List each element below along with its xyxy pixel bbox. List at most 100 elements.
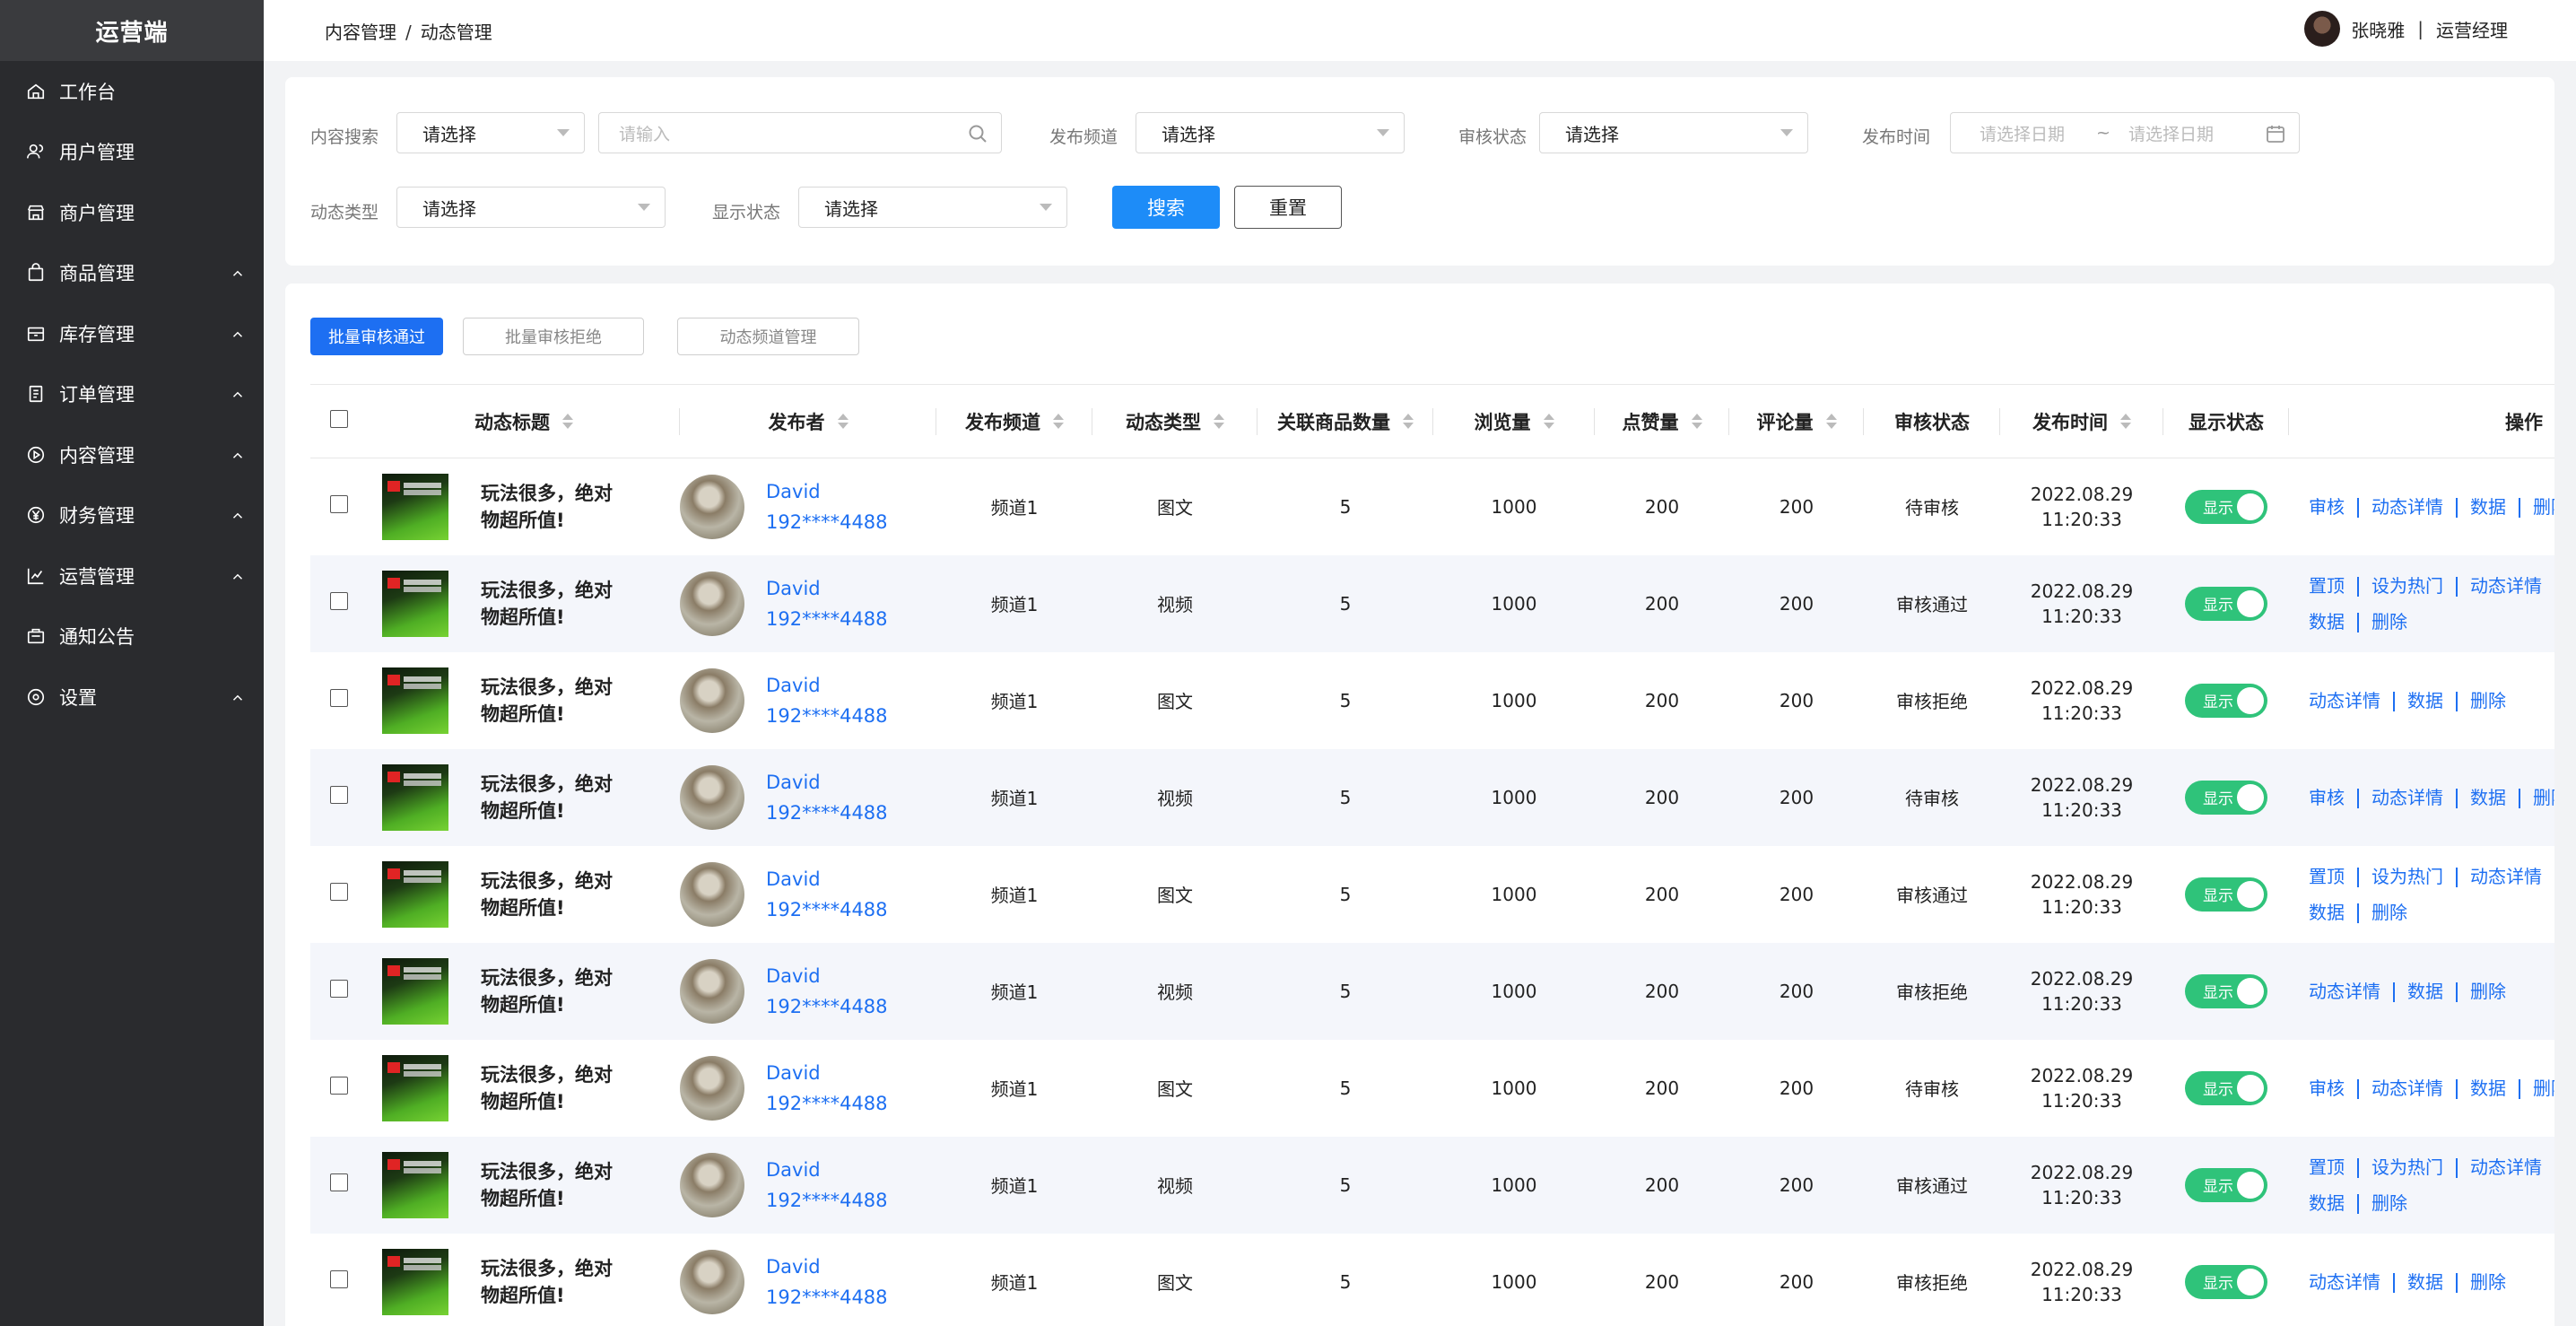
search-button[interactable]: 搜索 — [1112, 186, 1220, 229]
content-thumbnail[interactable] — [382, 1151, 448, 1218]
op-link[interactable]: 数据 — [2309, 604, 2345, 640]
op-link[interactable]: 数据 — [2309, 894, 2345, 930]
content-thumbnail[interactable] — [382, 473, 448, 540]
sidebar-item-0[interactable]: 工作台 — [0, 61, 264, 122]
chevron-up-icon[interactable] — [230, 568, 246, 584]
op-link[interactable]: 设为热门 — [2371, 1149, 2443, 1185]
sort-icon[interactable] — [2120, 414, 2131, 429]
display-toggle[interactable]: 显示 — [2185, 1070, 2267, 1105]
publisher-phone[interactable]: 192****4488 — [766, 1282, 888, 1313]
op-link[interactable]: 删除 — [2470, 1264, 2506, 1300]
publisher-phone[interactable]: 192****4488 — [766, 507, 888, 537]
sort-icon[interactable] — [1214, 414, 1224, 429]
content-thumbnail[interactable] — [382, 763, 448, 831]
display-toggle[interactable]: 显示 — [2185, 489, 2267, 524]
sort-icon[interactable] — [1691, 414, 1702, 429]
batch-approve-button[interactable]: 批量审核通过 — [310, 318, 443, 355]
op-link[interactable]: 数据 — [2470, 780, 2506, 816]
display-toggle[interactable]: 显示 — [2185, 780, 2267, 815]
op-link[interactable]: 数据 — [2407, 683, 2443, 719]
row-checkbox[interactable] — [330, 883, 348, 901]
op-link[interactable]: 删除 — [2470, 683, 2506, 719]
channel-manage-button[interactable]: 动态频道管理 — [677, 318, 859, 355]
op-link[interactable]: 数据 — [2407, 973, 2443, 1009]
calendar-icon[interactable] — [2265, 123, 2286, 144]
sidebar-item-1[interactable]: 用户管理 — [0, 122, 264, 183]
row-checkbox[interactable] — [330, 1270, 348, 1288]
row-checkbox[interactable] — [330, 786, 348, 804]
publisher-name[interactable]: David — [766, 1058, 888, 1088]
content-title[interactable]: 玩法很多，绝对物超所值! — [481, 577, 624, 631]
row-checkbox[interactable] — [330, 495, 348, 514]
chevron-up-icon[interactable] — [230, 447, 246, 463]
sidebar-item-4[interactable]: 库存管理 — [0, 303, 264, 364]
op-link[interactable]: 动态详情 — [2371, 780, 2443, 816]
row-checkbox[interactable] — [330, 1077, 348, 1095]
sidebar-item-2[interactable]: 商户管理 — [0, 182, 264, 243]
publisher-phone[interactable]: 192****4488 — [766, 1088, 888, 1119]
content-thumbnail[interactable] — [382, 667, 448, 734]
op-link[interactable]: 置顶 — [2309, 568, 2345, 604]
publisher-phone[interactable]: 192****4488 — [766, 991, 888, 1022]
content-thumbnail[interactable] — [382, 860, 448, 928]
content-thumbnail[interactable] — [382, 570, 448, 637]
search-icon[interactable] — [967, 123, 988, 144]
op-link[interactable]: 数据 — [2470, 1070, 2506, 1106]
op-link[interactable]: 动态详情 — [2371, 489, 2443, 525]
content-title[interactable]: 玩法很多，绝对物超所值! — [481, 1061, 624, 1115]
sidebar-item-5[interactable]: 订单管理 — [0, 364, 264, 425]
display-toggle[interactable]: 显示 — [2185, 1167, 2267, 1202]
display-toggle[interactable]: 显示 — [2185, 683, 2267, 718]
op-link[interactable]: 动态详情 — [2470, 568, 2542, 604]
publisher-name[interactable]: David — [766, 961, 888, 991]
user-menu[interactable]: 张晓雅 | 运营经理 — [2304, 11, 2508, 47]
op-link[interactable]: 审核 — [2309, 489, 2345, 525]
content-title[interactable]: 玩法很多，绝对物超所值! — [481, 1158, 624, 1212]
op-link[interactable]: 数据 — [2470, 489, 2506, 525]
content-search-select[interactable]: 请选择 — [396, 112, 585, 153]
content-thumbnail[interactable] — [382, 1054, 448, 1121]
op-link[interactable]: 动态详情 — [2470, 859, 2542, 894]
content-title[interactable]: 玩法很多，绝对物超所值! — [481, 480, 624, 534]
display-toggle[interactable]: 显示 — [2185, 586, 2267, 621]
op-link[interactable]: 动态详情 — [2470, 1149, 2542, 1185]
op-link[interactable]: 删除 — [2533, 780, 2554, 816]
publisher-name[interactable]: David — [766, 573, 888, 604]
op-link[interactable]: 删除 — [2533, 489, 2554, 525]
op-link[interactable]: 数据 — [2407, 1264, 2443, 1300]
sort-icon[interactable] — [1825, 414, 1837, 429]
row-checkbox[interactable] — [330, 1173, 348, 1191]
row-checkbox[interactable] — [330, 980, 348, 998]
display-toggle[interactable]: 显示 — [2185, 973, 2267, 1008]
date-range-picker[interactable]: 请选择日期 ~ 请选择日期 — [1950, 112, 2300, 153]
publisher-phone[interactable]: 192****4488 — [766, 1185, 888, 1216]
op-link[interactable]: 删除 — [2371, 604, 2407, 640]
publisher-name[interactable]: David — [766, 1252, 888, 1282]
op-link[interactable]: 设为热门 — [2371, 568, 2443, 604]
display-toggle[interactable]: 显示 — [2185, 1264, 2267, 1299]
sort-icon[interactable] — [1053, 414, 1064, 429]
sort-icon[interactable] — [1403, 414, 1414, 429]
avatar[interactable] — [2304, 11, 2341, 47]
chevron-up-icon[interactable] — [230, 326, 246, 342]
date-start[interactable]: 请选择日期 — [1980, 121, 2065, 145]
op-link[interactable]: 删除 — [2533, 1070, 2554, 1106]
op-link[interactable]: 删除 — [2470, 973, 2506, 1009]
sidebar-item-9[interactable]: 通知公告 — [0, 606, 264, 667]
publisher-name[interactable]: David — [766, 476, 888, 507]
content-thumbnail[interactable] — [382, 957, 448, 1025]
breadcrumb-parent[interactable]: 内容管理 — [325, 22, 396, 43]
chevron-up-icon[interactable] — [230, 689, 246, 705]
content-title[interactable]: 玩法很多，绝对物超所值! — [481, 964, 624, 1018]
chevron-up-icon[interactable] — [230, 386, 246, 402]
sort-icon[interactable] — [1543, 414, 1554, 429]
op-link[interactable]: 动态详情 — [2309, 683, 2380, 719]
display-toggle[interactable]: 显示 — [2185, 877, 2267, 912]
content-thumbnail[interactable] — [382, 1248, 448, 1315]
type-select[interactable]: 请选择 — [396, 187, 666, 228]
op-link[interactable]: 删除 — [2371, 1185, 2407, 1221]
publisher-phone[interactable]: 192****4488 — [766, 798, 888, 828]
display-select[interactable]: 请选择 — [798, 187, 1067, 228]
date-end[interactable]: 请选择日期 — [2128, 121, 2214, 145]
channel-select[interactable]: 请选择 — [1136, 112, 1405, 153]
